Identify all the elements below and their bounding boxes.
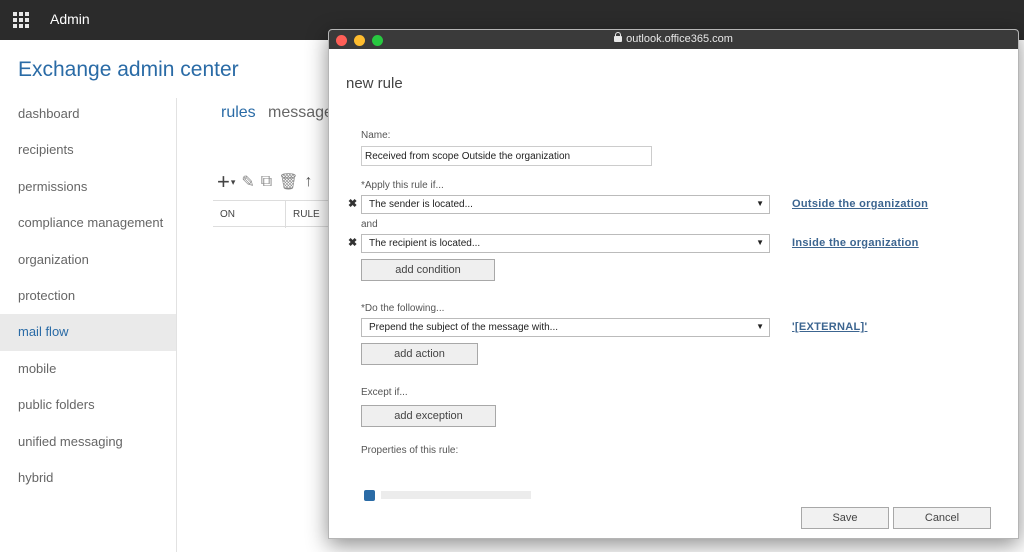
sidebar-item-protection[interactable]: protection <box>0 278 176 314</box>
remove-condition-2-icon[interactable]: ✖ <box>348 236 357 249</box>
sidebar-item-recipients[interactable]: recipients <box>0 132 176 168</box>
column-on[interactable]: ON <box>220 209 235 220</box>
url-text: outlook.office365.com <box>626 33 733 45</box>
save-button[interactable]: Save <box>801 507 889 529</box>
do-following-label: *Do the following... <box>361 303 445 314</box>
condition-1-value: The sender is located... <box>369 199 473 210</box>
window-titlebar: outlook.office365.com <box>329 30 1018 49</box>
property-checkbox-label <box>381 491 531 499</box>
condition-2-value: The recipient is located... <box>369 238 481 249</box>
sidebar-item-compliance-management[interactable]: compliance management <box>0 205 176 241</box>
new-rule-window: outlook.office365.com new rule Name: *Ap… <box>328 29 1019 539</box>
action-1-select[interactable]: Prepend the subject of the message with.… <box>361 318 770 337</box>
dropdown-arrow-icon: ▼ <box>756 199 764 208</box>
page-title: Exchange admin center <box>18 58 239 81</box>
chevron-down-icon[interactable]: ▾ <box>231 177 236 188</box>
properties-label: Properties of this rule: <box>361 445 459 456</box>
sidebar-item-mail-flow[interactable]: mail flow <box>0 314 176 351</box>
except-if-label: Except if... <box>361 387 408 398</box>
app-launcher-icon[interactable] <box>13 12 29 28</box>
sidebar-item-permissions[interactable]: permissions <box>0 169 176 205</box>
sidebar-nav: dashboard recipients permissions compliance… <box>0 96 176 496</box>
add-icon[interactable]: + <box>217 171 230 193</box>
dropdown-arrow-icon: ▼ <box>756 238 764 247</box>
address-bar: outlook.office365.com <box>329 32 1018 45</box>
column-rule[interactable]: RULE <box>293 209 320 220</box>
name-label: Name: <box>361 130 391 141</box>
add-action-button[interactable]: add action <box>361 343 478 365</box>
rule-name-input[interactable] <box>361 146 652 166</box>
move-up-icon[interactable]: ↑ <box>305 173 313 191</box>
sidebar-item-public-folders[interactable]: public folders <box>0 387 176 423</box>
dialog-title: new rule <box>346 75 403 92</box>
delete-icon[interactable]: 🗑 <box>278 172 298 192</box>
dialog-content: new rule Name: *Apply this rule if... ✖ … <box>329 49 1018 538</box>
condition-1-link[interactable]: Outside the organization <box>792 198 928 210</box>
action-1-link[interactable]: '[EXTERNAL]' <box>792 321 867 333</box>
condition-1-select[interactable]: The sender is located... ▼ <box>361 195 770 214</box>
remove-condition-1-icon[interactable]: ✖ <box>348 197 357 210</box>
add-exception-button[interactable]: add exception <box>361 405 496 427</box>
copy-icon[interactable]: ⧉ <box>261 173 272 191</box>
add-condition-button[interactable]: add condition <box>361 259 495 281</box>
rules-toolbar: + ▾ ✎ ⧉ 🗑 ↑ <box>217 171 313 193</box>
dropdown-arrow-icon: ▼ <box>756 322 764 331</box>
condition-2-select[interactable]: The recipient is located... ▼ <box>361 234 770 253</box>
and-label: and <box>361 219 378 230</box>
action-1-value: Prepend the subject of the message with.… <box>369 322 558 333</box>
sidebar-divider <box>176 98 177 552</box>
column-divider <box>285 201 286 228</box>
sidebar-item-dashboard[interactable]: dashboard <box>0 96 176 132</box>
lock-icon <box>614 32 623 42</box>
app-title: Admin <box>50 11 90 27</box>
condition-2-link[interactable]: Inside the organization <box>792 237 919 249</box>
rules-grid-header: ON RULE <box>213 200 333 228</box>
sidebar-item-organization[interactable]: organization <box>0 242 176 278</box>
tab-message-trace[interactable]: message <box>268 104 333 122</box>
cancel-button[interactable]: Cancel <box>893 507 991 529</box>
edit-icon[interactable]: ✎ <box>241 172 254 192</box>
tab-rules[interactable]: rules <box>221 104 256 122</box>
property-checkbox[interactable] <box>364 490 375 501</box>
sidebar-item-hybrid[interactable]: hybrid <box>0 460 176 496</box>
sidebar-item-unified-messaging[interactable]: unified messaging <box>0 424 176 460</box>
sidebar-item-mobile[interactable]: mobile <box>0 351 176 387</box>
apply-rule-label: *Apply this rule if... <box>361 180 444 191</box>
